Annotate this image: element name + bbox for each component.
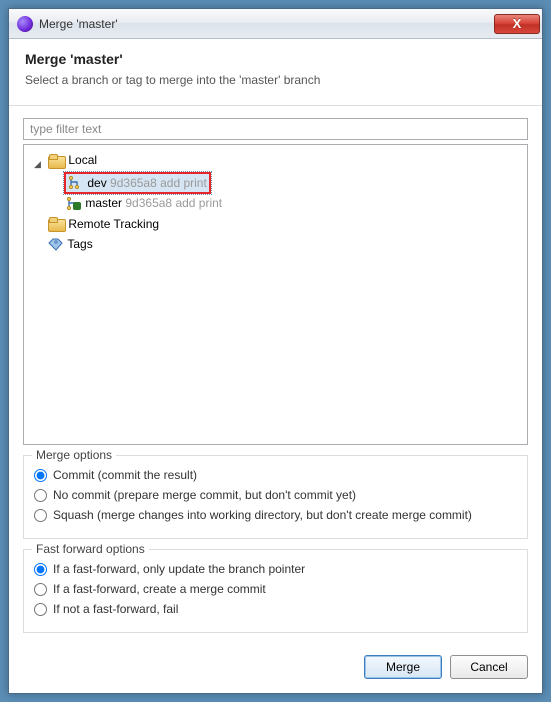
tree-node-master[interactable]: master 9d365a8 add print <box>50 194 521 215</box>
radio-not-ff-fail[interactable]: If not a fast-forward, fail <box>34 602 517 616</box>
radio-ff-merge-label: If a fast-forward, create a merge commit <box>53 582 266 596</box>
folder-icon <box>48 154 64 167</box>
tree-node-remote-tracking[interactable]: Remote Tracking <box>32 215 521 236</box>
dialog-header: Merge 'master' Select a branch or tag to… <box>9 39 542 106</box>
filter-input[interactable] <box>23 118 528 140</box>
radio-commit[interactable]: Commit (commit the result) <box>34 468 517 482</box>
radio-ff-update[interactable]: If a fast-forward, only update the branc… <box>34 562 517 576</box>
tree-node-tags[interactable]: Tags <box>32 235 521 256</box>
dialog-body: ◢ Local dev <box>9 106 542 645</box>
merge-dialog: Merge 'master' X Merge 'master' Select a… <box>8 8 543 694</box>
radio-ff-update-label: If a fast-forward, only update the branc… <box>53 562 305 576</box>
titlebar[interactable]: Merge 'master' X <box>9 9 542 39</box>
tree-node-dev[interactable]: dev 9d365a8 add print <box>50 172 521 195</box>
cancel-button[interactable]: Cancel <box>450 655 528 679</box>
tree-label-local: Local <box>68 151 97 169</box>
tags-icon <box>48 238 63 251</box>
radio-not-ff-fail-label: If not a fast-forward, fail <box>53 602 178 616</box>
close-button[interactable]: X <box>494 14 540 34</box>
tree-label-master: master 9d365a8 add print <box>85 194 222 212</box>
checked-out-icon <box>73 202 81 210</box>
merge-options-group: Merge options Commit (commit the result)… <box>23 455 528 539</box>
radio-ff-merge-input[interactable] <box>34 583 47 596</box>
branch-tree[interactable]: ◢ Local dev <box>23 144 528 445</box>
radio-no-commit[interactable]: No commit (prepare merge commit, but don… <box>34 488 517 502</box>
dialog-subtitle: Select a branch or tag to merge into the… <box>25 73 526 87</box>
branch-icon <box>68 176 83 189</box>
radio-squash[interactable]: Squash (merge changes into working direc… <box>34 508 517 522</box>
window-title: Merge 'master' <box>39 17 494 31</box>
ff-options-legend: Fast forward options <box>32 542 149 556</box>
dialog-footer: Merge Cancel <box>9 645 542 693</box>
folder-icon <box>48 217 64 230</box>
eclipse-icon <box>17 16 33 32</box>
tree-label-remote: Remote Tracking <box>68 215 159 233</box>
radio-not-ff-fail-input[interactable] <box>34 603 47 616</box>
merge-options-legend: Merge options <box>32 448 116 462</box>
radio-commit-input[interactable] <box>34 469 47 482</box>
radio-no-commit-label: No commit (prepare merge commit, but don… <box>53 488 356 502</box>
radio-no-commit-input[interactable] <box>34 489 47 502</box>
tree-node-local[interactable]: ◢ Local dev <box>32 151 521 215</box>
merge-button[interactable]: Merge <box>364 655 442 679</box>
dialog-title: Merge 'master' <box>25 51 526 67</box>
radio-squash-label: Squash (merge changes into working direc… <box>53 508 472 522</box>
radio-commit-label: Commit (commit the result) <box>53 468 197 482</box>
expander-icon[interactable]: ◢ <box>32 158 43 169</box>
radio-ff-update-input[interactable] <box>34 563 47 576</box>
fast-forward-options-group: Fast forward options If a fast-forward, … <box>23 549 528 633</box>
radio-squash-input[interactable] <box>34 509 47 522</box>
tree-label-dev: dev 9d365a8 add print <box>87 174 206 192</box>
tree-label-tags: Tags <box>67 235 92 253</box>
radio-ff-merge[interactable]: If a fast-forward, create a merge commit <box>34 582 517 596</box>
